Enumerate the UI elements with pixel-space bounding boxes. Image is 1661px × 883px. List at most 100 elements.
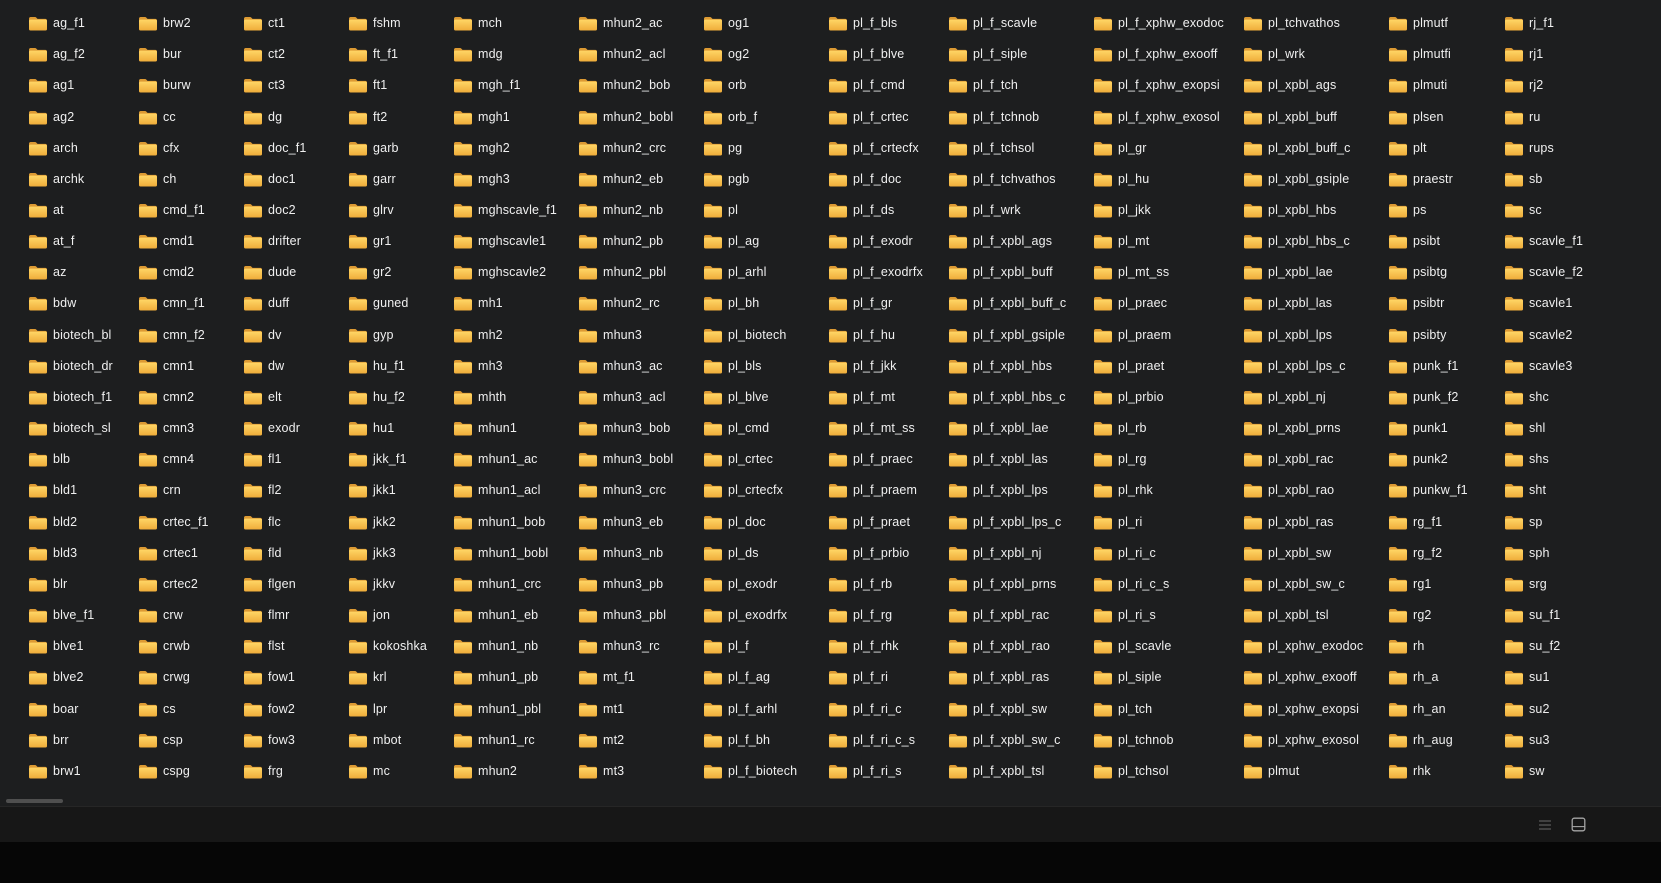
folder-item[interactable]: ft1 [348, 70, 453, 101]
details-view-button[interactable] [1536, 816, 1554, 834]
folder-item[interactable]: pl_f_xphw_exodoc [1093, 8, 1243, 39]
folder-item[interactable]: crwb [138, 631, 243, 662]
folder-item[interactable]: pl_f_xpbl_rao [948, 631, 1093, 662]
folder-item[interactable]: punk2 [1388, 444, 1504, 475]
folder-item[interactable]: shl [1504, 413, 1660, 444]
folder-item[interactable]: pl_ds [703, 538, 828, 569]
folder-item[interactable]: scavle3 [1504, 351, 1660, 382]
folder-item[interactable]: mt_f1 [578, 662, 703, 693]
folder-item[interactable]: flmr [243, 600, 348, 631]
folder-item[interactable]: mhun3_pbl [578, 600, 703, 631]
folder-item[interactable]: blve1 [28, 631, 138, 662]
folder-item[interactable]: pl_xpbl_lae [1243, 257, 1388, 288]
folder-item[interactable]: cmn_f1 [138, 288, 243, 319]
folder-item[interactable]: jkk1 [348, 475, 453, 506]
folder-item[interactable]: pg [703, 133, 828, 164]
folder-item[interactable]: su1 [1504, 662, 1660, 693]
folder-item[interactable]: mh3 [453, 351, 578, 382]
folder-item[interactable]: pl_f_siple [948, 39, 1093, 70]
folder-item[interactable]: pl [703, 195, 828, 226]
folder-item[interactable]: fl1 [243, 444, 348, 475]
folder-item[interactable]: pl_f_xpbl_buff [948, 257, 1093, 288]
folder-item[interactable]: mhun2_nb [578, 195, 703, 226]
folder-item[interactable]: pl_xpbl_ras [1243, 507, 1388, 538]
folder-item[interactable]: bld1 [28, 475, 138, 506]
folder-item[interactable]: mhun1_pbl [453, 693, 578, 724]
folder-item[interactable]: mhun3_acl [578, 382, 703, 413]
folder-item[interactable]: dw [243, 351, 348, 382]
folder-item[interactable]: gr1 [348, 226, 453, 257]
folder-item[interactable]: plmuti [1388, 70, 1504, 101]
folder-item[interactable]: at [28, 195, 138, 226]
folder-item[interactable]: psibt [1388, 226, 1504, 257]
folder-item[interactable]: pl_cmd [703, 413, 828, 444]
folder-item[interactable]: fl2 [243, 475, 348, 506]
folder-item[interactable]: pl_ri_s [1093, 600, 1243, 631]
folder-item[interactable]: pl_f_tchnob [948, 101, 1093, 132]
folder-item[interactable]: pl_xpbl_lps_c [1243, 351, 1388, 382]
folder-item[interactable]: pl_f_ri_c_s [828, 725, 948, 756]
folder-item[interactable]: jkk2 [348, 507, 453, 538]
folder-item[interactable]: pl_ri_c [1093, 538, 1243, 569]
folder-item[interactable]: gyp [348, 320, 453, 351]
folder-item[interactable]: mghscavle1 [453, 226, 578, 257]
folder-item[interactable]: mhun2_acl [578, 39, 703, 70]
folder-item[interactable]: brr [28, 725, 138, 756]
folder-item[interactable]: pl_f_xpbl_lps_c [948, 507, 1093, 538]
folder-item[interactable]: fld [243, 538, 348, 569]
folder-item[interactable]: pl_f_xphw_exooff [1093, 39, 1243, 70]
folder-item[interactable]: mhun2 [453, 756, 578, 787]
folder-item[interactable]: ag_f1 [28, 8, 138, 39]
folder-item[interactable]: ag2 [28, 101, 138, 132]
folder-item[interactable]: pl_f_bh [703, 725, 828, 756]
folder-item[interactable]: mhun1_crc [453, 569, 578, 600]
folder-item[interactable]: rj1 [1504, 39, 1660, 70]
folder-item[interactable]: crwg [138, 662, 243, 693]
folder-item[interactable]: pl_f_xpbl_tsl [948, 756, 1093, 787]
folder-item[interactable]: shs [1504, 444, 1660, 475]
folder-item[interactable]: pl_ag [703, 226, 828, 257]
folder-item[interactable]: mhun3_rc [578, 631, 703, 662]
folder-item[interactable]: pl_praet [1093, 351, 1243, 382]
folder-item[interactable]: pl_f_ri_c [828, 693, 948, 724]
folder-item[interactable]: pl_xpbl_ags [1243, 70, 1388, 101]
folder-item[interactable]: pl_prbio [1093, 382, 1243, 413]
folder-item[interactable]: pl_f_rhk [828, 631, 948, 662]
folder-item[interactable]: pl_mt [1093, 226, 1243, 257]
folder-item[interactable]: garr [348, 164, 453, 195]
folder-item[interactable]: duff [243, 288, 348, 319]
folder-item[interactable]: pl_xpbl_lps [1243, 320, 1388, 351]
folder-item[interactable]: scavle2 [1504, 320, 1660, 351]
folder-item[interactable]: cmd_f1 [138, 195, 243, 226]
folder-item[interactable]: pl_xpbl_buff_c [1243, 133, 1388, 164]
folder-item[interactable]: pl_f [703, 631, 828, 662]
folder-item[interactable]: pl_f_jkk [828, 351, 948, 382]
folder-item[interactable]: pl_f_xpbl_nj [948, 538, 1093, 569]
folder-item[interactable]: blve_f1 [28, 600, 138, 631]
folder-item[interactable]: pl_jkk [1093, 195, 1243, 226]
folder-item[interactable]: boar [28, 693, 138, 724]
folder-item[interactable]: pl_wrk [1243, 39, 1388, 70]
folder-item[interactable]: pl_praem [1093, 320, 1243, 351]
folder-item[interactable]: pl_f_wrk [948, 195, 1093, 226]
folder-item[interactable]: pl_f_crtec [828, 101, 948, 132]
folder-item[interactable]: mdg [453, 39, 578, 70]
folder-item[interactable]: crw [138, 600, 243, 631]
folder-item[interactable]: pl_f_rb [828, 569, 948, 600]
folder-item[interactable]: krl [348, 662, 453, 693]
folder-item[interactable]: pl_f_cmd [828, 70, 948, 101]
folder-item[interactable]: pl_f_praet [828, 507, 948, 538]
folder-item[interactable]: az [28, 257, 138, 288]
folder-item[interactable]: pl_hu [1093, 164, 1243, 195]
folder-item[interactable]: mhun2_ac [578, 8, 703, 39]
folder-item[interactable]: orb_f [703, 101, 828, 132]
folder-item[interactable]: pl_xpbl_rao [1243, 475, 1388, 506]
folder-item[interactable]: ft2 [348, 101, 453, 132]
folder-item[interactable]: mgh1 [453, 101, 578, 132]
folder-item[interactable]: mhun2_bob [578, 70, 703, 101]
folder-item[interactable]: pl_f_doc [828, 164, 948, 195]
folder-item[interactable]: mhun1_pb [453, 662, 578, 693]
folder-item[interactable]: pl_f_scavle [948, 8, 1093, 39]
folder-item[interactable]: rj2 [1504, 70, 1660, 101]
folder-item[interactable]: pl_f_tch [948, 70, 1093, 101]
